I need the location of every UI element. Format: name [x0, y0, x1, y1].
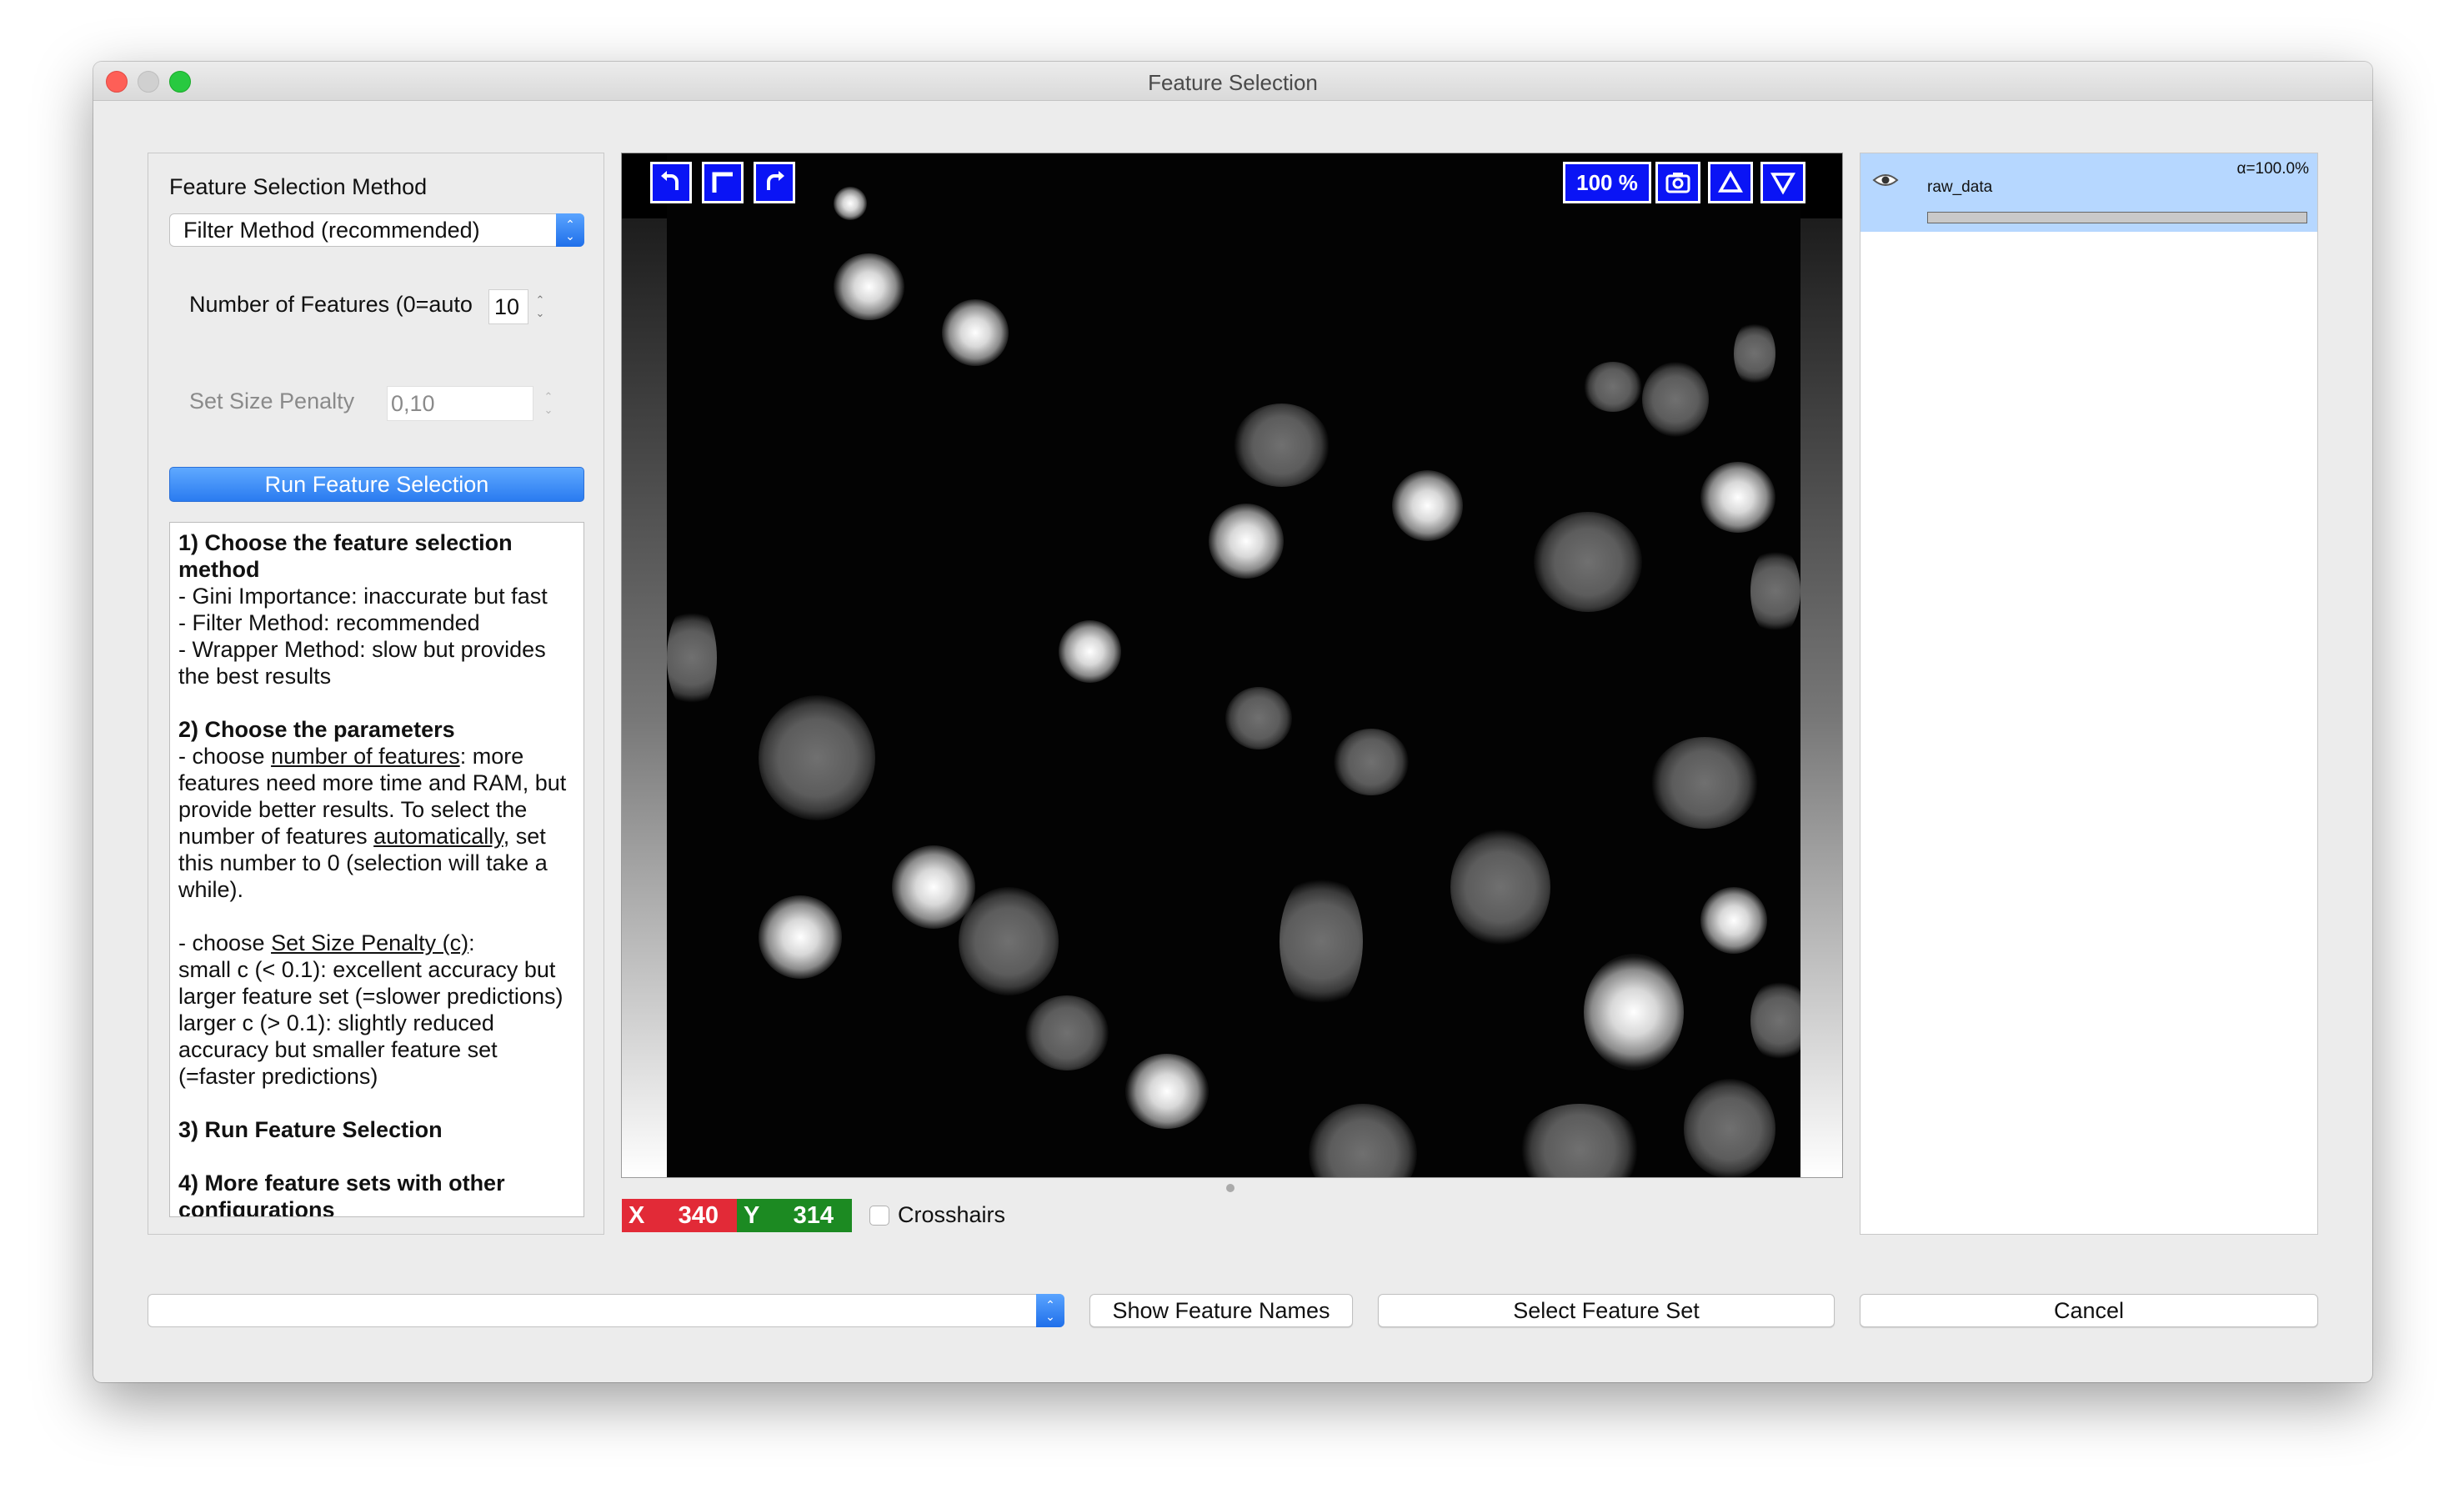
layer-alpha: α=100.0%: [2236, 160, 2309, 178]
chevron-updown-icon: ⌃ ⌄: [1036, 1294, 1064, 1327]
fit-view-button[interactable]: [702, 162, 744, 203]
cell-nucleus: [1125, 1054, 1209, 1129]
eye-icon[interactable]: [1872, 172, 1899, 188]
help-line: - Gini Importance: inaccurate but fast: [178, 584, 548, 609]
method-label: Feature Selection Method: [169, 174, 428, 199]
layer-list: raw_data α=100.0%: [1860, 153, 2318, 1235]
cell-nucleus: [1517, 1104, 1642, 1177]
chevron-updown-icon: ⌃ ⌄: [556, 213, 584, 247]
cell-nucleus: [1309, 1104, 1417, 1177]
coordinate-x: X 340: [622, 1199, 737, 1232]
coordinate-y: Y 314: [737, 1199, 852, 1232]
help-step4-title: 4) More feature sets with other configur…: [178, 1171, 505, 1217]
settings-panel: Feature Selection Method Filter Method (…: [148, 153, 604, 1235]
run-feature-selection-button[interactable]: Run Feature Selection: [169, 467, 584, 502]
coordinate-x-label: X: [629, 1202, 645, 1229]
cell-nucleus: [1225, 687, 1292, 749]
help-link-number-of-features: number of features: [271, 744, 460, 769]
cell-nucleus: [959, 887, 1059, 995]
cell-nucleus: [1650, 737, 1759, 829]
select-feature-set-button[interactable]: Select Feature Set: [1378, 1294, 1835, 1327]
num-features-label: Number of Features (0=auto: [189, 292, 473, 317]
cell-nucleus: [834, 253, 904, 320]
redo-button[interactable]: [754, 162, 795, 203]
method-select[interactable]: Filter Method (recommended) ⌃ ⌄: [169, 213, 584, 247]
slice-up-button[interactable]: [1708, 162, 1753, 203]
window-title: Feature Selection: [1148, 70, 1318, 95]
cell-nucleus: [834, 187, 867, 220]
help-line: larger c (> 0.1): slightly reduced accur…: [178, 1010, 498, 1089]
cell-nucleus: [1700, 462, 1775, 533]
cell-nucleus: [1584, 362, 1642, 412]
help-line: small c (< 0.1): excellent accuracy but …: [178, 957, 563, 1009]
cell-nucleus: [1059, 620, 1121, 683]
fit-icon: [712, 172, 733, 193]
cell-nucleus: [1734, 320, 1775, 387]
method-select-value: Filter Method (recommended): [183, 218, 480, 243]
cell-nucleus: [759, 695, 875, 820]
title-bar: Feature Selection: [93, 62, 2372, 101]
cell-nucleus: [1700, 887, 1767, 954]
cell-nucleus: [1280, 870, 1363, 1012]
num-features-stepper[interactable]: ⌃ ⌄: [532, 289, 548, 324]
crosshairs-checkbox[interactable]: [869, 1206, 889, 1226]
cell-nucleus: [1025, 995, 1109, 1070]
help-line: - Wrapper Method: slow but provides the …: [178, 637, 546, 689]
help-text[interactable]: 1) Choose the feature selection method -…: [169, 522, 584, 1217]
snapshot-button[interactable]: [1655, 162, 1700, 203]
penalty-label: Set Size Penalty: [189, 389, 355, 414]
cell-nucleus: [1334, 729, 1409, 795]
camera-icon: [1665, 173, 1690, 193]
help-link-set-size-penalty: Set Size Penalty (c): [271, 930, 469, 955]
layer-row-raw-data[interactable]: raw_data α=100.0%: [1861, 153, 2317, 232]
cell-nucleus: [1750, 545, 1800, 637]
triangle-up-icon: [1718, 170, 1743, 193]
cell-nucleus: [1450, 829, 1550, 945]
help-step1-title: 1) Choose the feature selection method: [178, 530, 513, 582]
show-feature-names-button[interactable]: Show Feature Names: [1089, 1294, 1353, 1327]
cell-nucleus: [1642, 362, 1709, 437]
cell-nucleus: [1684, 1079, 1775, 1177]
help-step2-title: 2) Choose the parameters: [178, 717, 455, 742]
cell-nucleus: [892, 845, 975, 929]
microscopy-image[interactable]: [667, 153, 1800, 1177]
help-link-automatically: automatically: [373, 824, 503, 849]
cell-nucleus: [942, 299, 1009, 366]
slice-down-button[interactable]: [1760, 162, 1805, 203]
crosshairs-label[interactable]: Crosshairs: [898, 1202, 1005, 1228]
triangle-down-icon: [1770, 173, 1795, 195]
splitter-handle[interactable]: [1226, 1184, 1235, 1192]
help-paragraph: - choose number of features: more featur…: [178, 744, 567, 902]
feature-set-select[interactable]: ⌃ ⌄: [148, 1294, 1064, 1327]
cell-nucleus: [1209, 504, 1284, 579]
cell-nucleus: [1750, 979, 1800, 1062]
undo-icon: [661, 171, 679, 190]
cancel-button[interactable]: Cancel: [1860, 1294, 2318, 1327]
zoom-level-button[interactable]: 100 %: [1563, 162, 1651, 203]
help-line: - Filter Method: recommended: [178, 610, 480, 635]
layer-opacity-slider[interactable]: [1927, 212, 2307, 223]
help-paragraph: - choose Set Size Penalty (c):: [178, 930, 475, 955]
coordinate-x-value: 340: [678, 1202, 719, 1229]
cell-nucleus: [1584, 954, 1684, 1070]
cell-nucleus: [1392, 470, 1463, 541]
help-step3-title: 3) Run Feature Selection: [178, 1117, 443, 1142]
undo-button[interactable]: [650, 162, 692, 203]
cell-nucleus: [1234, 404, 1330, 487]
num-features-input[interactable]: 10: [488, 289, 528, 324]
layer-name: raw_data: [1927, 178, 1993, 196]
image-viewer[interactable]: 100 %: [621, 153, 1843, 1178]
cell-nucleus: [759, 895, 842, 979]
cell-nucleus: [667, 604, 717, 712]
coordinate-y-value: 314: [793, 1202, 834, 1229]
redo-icon: [767, 171, 784, 190]
coordinate-y-label: Y: [744, 1202, 760, 1229]
penalty-input[interactable]: 0,10: [387, 386, 533, 421]
penalty-stepper[interactable]: ⌃ ⌄: [540, 386, 557, 421]
cell-nucleus: [1534, 512, 1642, 612]
feature-selection-window: Feature Selection Feature Selection Meth…: [93, 62, 2372, 1382]
